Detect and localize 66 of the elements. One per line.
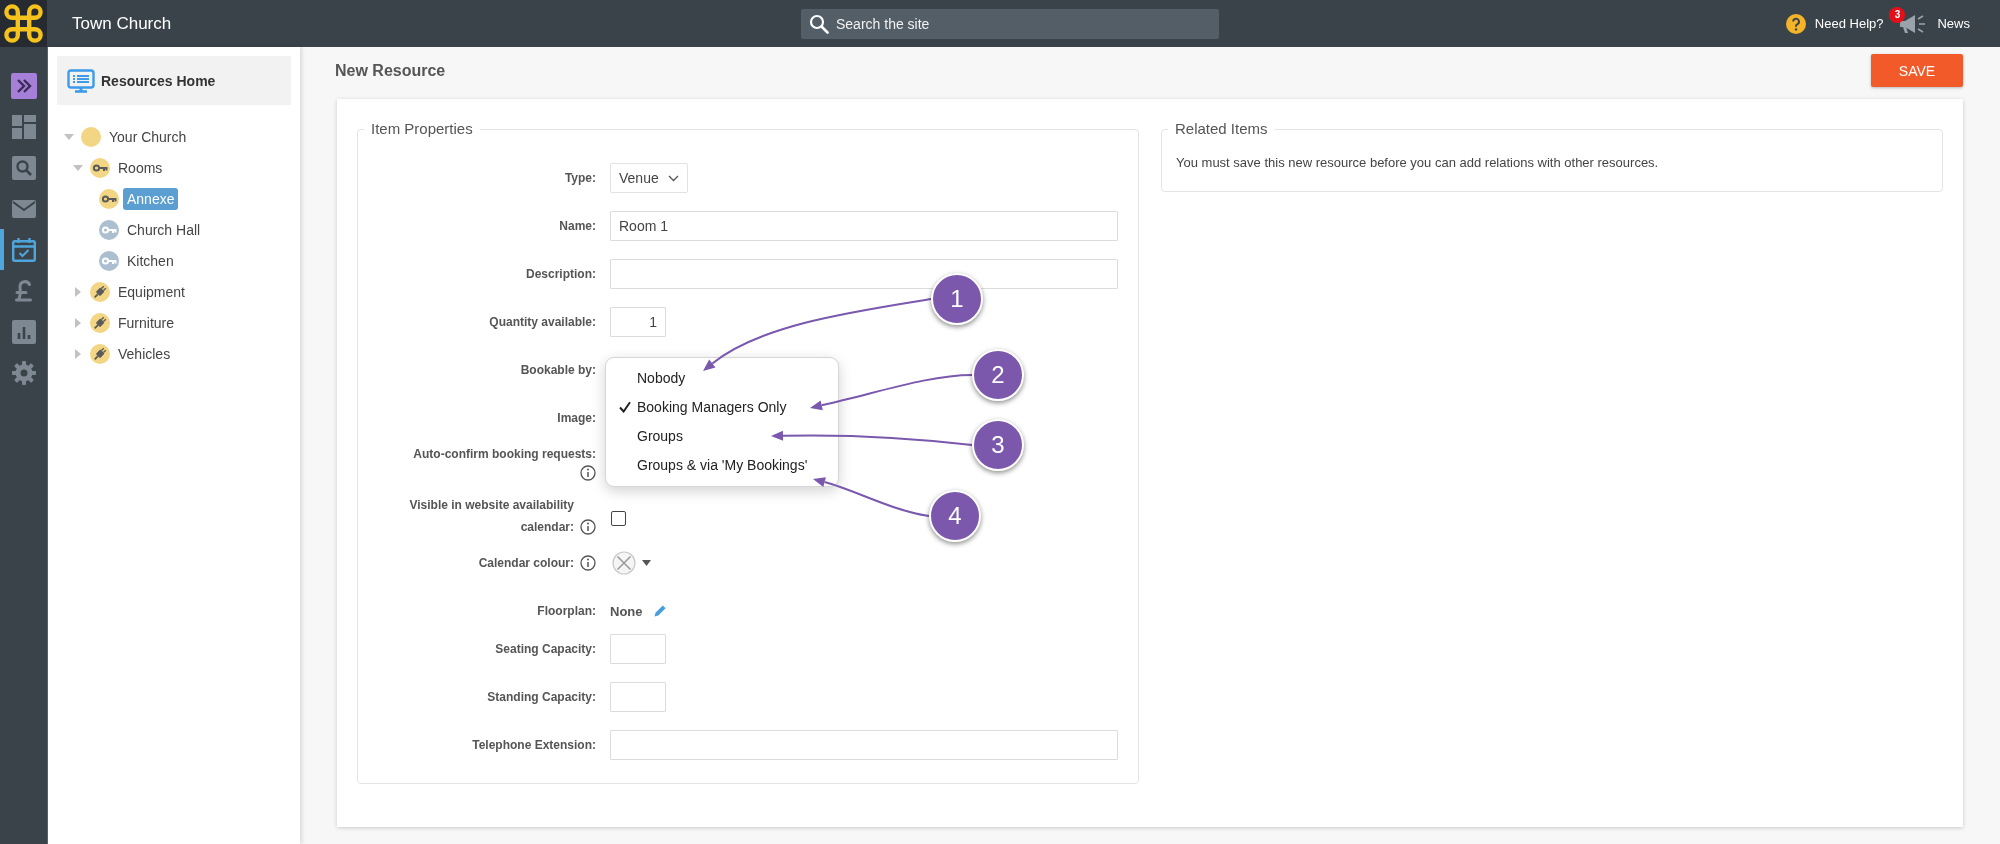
settings-icon xyxy=(10,359,37,386)
site-title: Town Church xyxy=(72,13,172,34)
info-icon[interactable] xyxy=(580,555,596,571)
tree-item[interactable]: Church Hall xyxy=(123,218,205,241)
info-icon[interactable] xyxy=(580,465,596,481)
caret-icon[interactable] xyxy=(64,131,74,142)
caret-icon[interactable] xyxy=(73,348,83,359)
menu-item[interactable]: Groups & via 'My Bookings' xyxy=(606,451,838,480)
notification-badge: 3 xyxy=(1889,6,1906,23)
help-icon xyxy=(1785,13,1806,34)
section-title: Related Items xyxy=(1174,120,1269,138)
text-field[interactable]: Room 1 xyxy=(610,211,1118,241)
field-label: Auto-confirm booking requests: xyxy=(413,446,596,463)
field-label: Bookable by: xyxy=(520,362,596,379)
calendar-icon xyxy=(10,236,37,263)
tree-item[interactable]: Rooms xyxy=(114,156,167,179)
number-field[interactable]: 1 xyxy=(610,307,666,337)
search-field[interactable]: Search the site xyxy=(801,8,1219,39)
caret-icon[interactable] xyxy=(73,317,83,328)
search-icon xyxy=(809,13,829,34)
number-field[interactable] xyxy=(610,634,666,664)
field-label: Type: xyxy=(564,170,596,187)
field-label: Floorplan: xyxy=(537,603,596,620)
tree-item[interactable]: Vehicles xyxy=(114,342,175,365)
field-label: Description: xyxy=(526,266,596,283)
checkbox[interactable] xyxy=(611,510,626,526)
field-label: Telephone Extension: xyxy=(472,737,596,754)
megaphone-icon xyxy=(1898,12,1927,35)
news-link[interactable]: 3 News xyxy=(1889,6,1970,41)
caret-icon[interactable] xyxy=(73,286,83,297)
search-icon xyxy=(10,154,37,181)
field-value: None xyxy=(610,603,643,619)
chevron-down-icon xyxy=(667,174,679,182)
logo-icon[interactable] xyxy=(0,0,47,47)
number-field[interactable] xyxy=(610,682,666,712)
text-field[interactable] xyxy=(610,259,1118,289)
field-label: Standing Capacity: xyxy=(487,689,596,706)
section-title: Item Properties xyxy=(370,120,474,138)
info-message: You must save this new resource before you can add relations with other resources. xyxy=(1175,154,1660,172)
resources-home-link[interactable]: Resources Home xyxy=(57,56,291,105)
menu-item[interactable]: Nobody xyxy=(606,364,838,393)
field-label: Visible in website availability calendar: xyxy=(408,497,574,536)
no-colour-swatch-icon[interactable] xyxy=(612,551,636,575)
field-label: Seating Capacity: xyxy=(495,641,596,658)
text-field[interactable] xyxy=(610,730,1118,760)
menu-item[interactable]: Booking Managers Only xyxy=(606,393,838,422)
field-label: Name: xyxy=(559,218,596,235)
monitor-list-icon xyxy=(67,68,95,93)
pencil-icon[interactable] xyxy=(652,604,667,618)
field-label: Calendar colour: xyxy=(478,555,574,572)
tree-item[interactable]: Furniture xyxy=(114,311,179,334)
field-label: Quantity available: xyxy=(489,314,596,331)
field-label: Image: xyxy=(557,410,596,427)
tree-item[interactable]: Kitchen xyxy=(123,249,178,272)
caret-down-icon[interactable] xyxy=(642,560,651,566)
bar-chart-icon xyxy=(10,318,37,345)
tree-item[interactable]: Your Church xyxy=(105,125,191,148)
tree-item[interactable]: Equipment xyxy=(114,280,189,303)
menu-item[interactable]: Groups xyxy=(606,422,838,451)
dashboard-icon xyxy=(10,113,37,140)
type-select[interactable]: Venue xyxy=(610,163,688,193)
caret-icon[interactable] xyxy=(73,162,83,173)
page-title: New Resource xyxy=(335,61,446,80)
info-icon[interactable] xyxy=(580,519,596,535)
double-chevron-icon xyxy=(10,72,37,99)
help-link[interactable]: Need Help? xyxy=(1785,13,1884,34)
